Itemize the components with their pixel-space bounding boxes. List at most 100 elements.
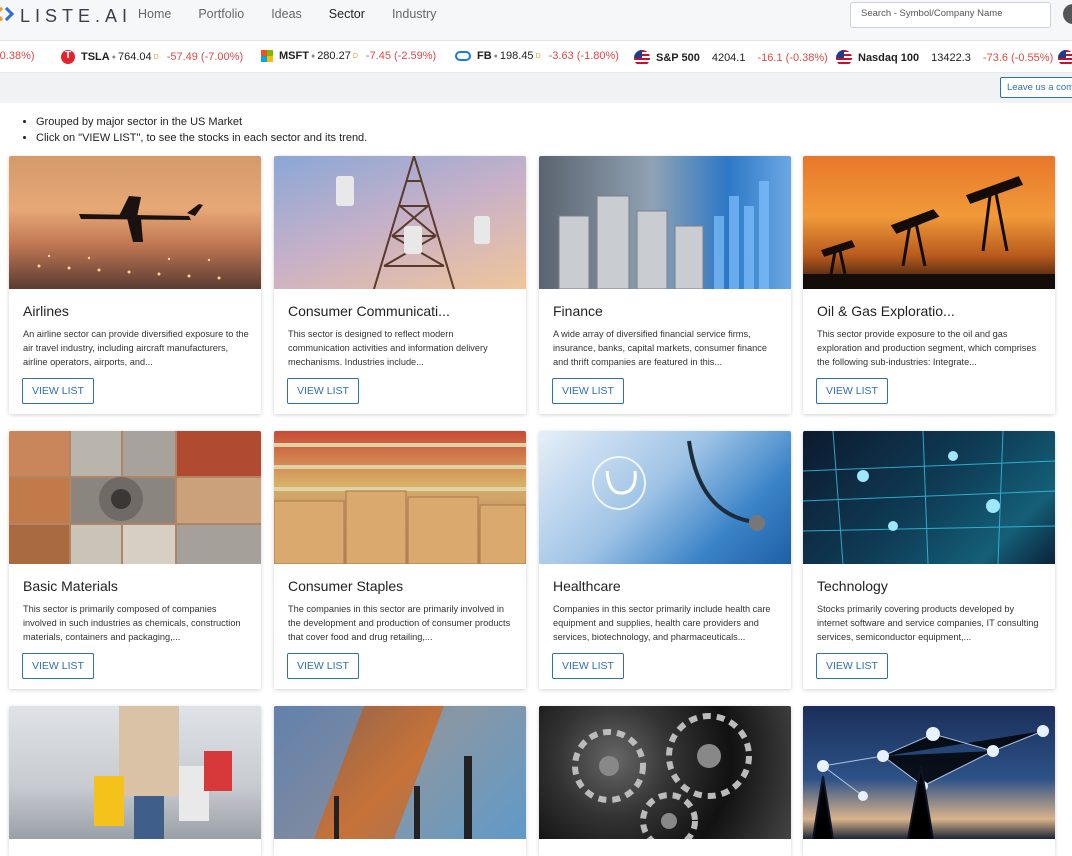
airplane-icon (37, 196, 221, 280)
brand-logo[interactable]: LISTE.AI (0, 6, 132, 26)
sector-card-utilities (803, 706, 1055, 856)
ticker-price: 198.45 (499, 50, 534, 62)
sector-card-airlines: Airlines An airline sector can provide d… (9, 156, 261, 414)
logo-icon (0, 6, 15, 25)
ticker-price: 280.27 (317, 50, 351, 62)
brand-name: LISTE.AI (20, 5, 133, 26)
airlines-image (9, 156, 261, 289)
oil-pumps-image (803, 156, 1055, 289)
energy-collage-image (274, 706, 526, 839)
nav-ideas[interactable]: Ideas (271, 7, 302, 21)
ticker-change: -73.6 (-0.55%) (982, 52, 1054, 64)
view-list-button[interactable]: VIEW LIST (816, 378, 888, 404)
ticker-item-nasdaq[interactable]: Nasdaq 100 13422.3 -73.6 (-0.55%) (836, 50, 1053, 66)
view-list-button[interactable]: VIEW LIST (22, 653, 94, 679)
oil-pump-icon (803, 176, 1055, 289)
ticker-item-sp500[interactable]: S&P 500 4204.1 -16.1 (-0.38%) (634, 50, 828, 66)
sector-card-energy (274, 706, 526, 856)
intro-bullet: Grouped by major sector in the US Market (36, 115, 367, 129)
view-list-button[interactable]: VIEW LIST (816, 653, 888, 679)
us-flag-icon (1058, 50, 1072, 66)
stethoscope-icon (592, 440, 765, 531)
sector-card-technology: Technology Stocks primarily covering pro… (803, 431, 1055, 689)
sector-card-retail (9, 706, 261, 856)
healthcare-image (539, 431, 791, 564)
nav-industry[interactable]: Industry (392, 7, 436, 21)
microsoft-icon (261, 50, 273, 62)
sector-description: An airline sector can provide diversifie… (23, 329, 249, 367)
sector-card-basic-materials: Basic Materials This sector is primarily… (9, 431, 261, 689)
stock-ticker: -0.38%) TSLA ● 764.04 D -57.49 (-7.00%) … (0, 41, 1072, 73)
gears-image (539, 706, 791, 839)
grocery-boxes-image (274, 431, 526, 564)
view-list-button[interactable]: VIEW LIST (287, 653, 359, 679)
tower-icon (336, 156, 490, 289)
avatar[interactable] (1063, 4, 1072, 24)
sector-description: This sector provide exposure to the oil … (817, 329, 1037, 367)
ticker-marker: D (352, 52, 358, 60)
ticker-dot-icon: ● (111, 53, 116, 61)
sector-description: Companies in this sector primarily inclu… (553, 604, 771, 642)
ticker-price: 4204.1 (711, 52, 746, 64)
us-flag-icon (836, 50, 852, 66)
sector-card-consumer-staples: Consumer Staples The companies in this s… (274, 431, 526, 689)
telecom-tower-image (274, 156, 526, 289)
search-input[interactable]: Search - Symbol/Company Name (850, 2, 1051, 28)
ticker-item-partial[interactable]: -0.38%) (0, 50, 35, 62)
view-list-button[interactable]: VIEW LIST (287, 378, 359, 404)
gear-icon (572, 713, 752, 839)
sector-title: Airlines (23, 303, 69, 319)
boxes-icon (274, 443, 526, 564)
ticker-item-next[interactable] (1058, 50, 1072, 66)
ticker-dot-icon: ● (310, 52, 316, 60)
ticker-item-fb[interactable]: FB ● 198.45 D -3.63 (-1.80%) (455, 50, 619, 62)
technology-image (803, 431, 1055, 564)
ticker-item-tsla[interactable]: TSLA ● 764.04 D -57.49 (-7.00%) (61, 50, 243, 64)
nav-home[interactable]: Home (138, 7, 171, 21)
materials-collage-image (9, 431, 261, 564)
intro-bullet: Click on "VIEW LIST", to see the stocks … (36, 131, 367, 145)
view-list-button[interactable]: VIEW LIST (22, 378, 94, 404)
shopping-bags-image (9, 706, 261, 839)
utilities-network-image (803, 706, 1055, 839)
nav-portfolio[interactable]: Portfolio (198, 7, 244, 21)
ticker-item-msft[interactable]: MSFT ● 280.27 D -7.45 (-2.59%) (261, 50, 436, 62)
ticker-symbol: FB (477, 50, 492, 62)
materials-grid-icon (9, 431, 261, 564)
circuit-icon (803, 431, 1055, 564)
ticker-price: 13422.3 (931, 52, 971, 64)
sector-description: This sector is designed to reflect moder… (288, 329, 488, 367)
feedback-bar: Leave us a comment (0, 73, 1072, 103)
sector-description: The companies in this sector are primari… (288, 604, 511, 642)
ticker-price: 764.04 (117, 51, 152, 63)
sector-description: This sector is primarily composed of com… (23, 604, 241, 642)
leave-comment-button[interactable]: Leave us a comment (1000, 77, 1072, 98)
ticker-change: -16.1 (-0.38%) (757, 52, 828, 64)
sector-title: Basic Materials (23, 578, 118, 594)
sector-title: Healthcare (553, 578, 621, 594)
sector-description: A wide array of diversified financial se… (553, 329, 767, 367)
sector-description: Stocks primarily covering products devel… (817, 604, 1039, 642)
shopping-bags-icon (94, 706, 232, 839)
ticker-symbol: MSFT (279, 50, 309, 62)
sector-card-healthcare: Healthcare Companies in this sector prim… (539, 431, 791, 689)
network-icon (812, 725, 1049, 839)
sector-card-industrials (539, 706, 791, 856)
main-nav: Home Portfolio Ideas Sector Industry (138, 7, 463, 21)
us-flag-icon (634, 50, 650, 66)
sector-card-consumer-communications: Consumer Communicati... This sector is d… (274, 156, 526, 414)
view-list-button[interactable]: VIEW LIST (552, 378, 624, 404)
ticker-change: -7.45 (-2.59%) (365, 50, 437, 62)
ticker-marker: D (153, 53, 159, 61)
nav-sector[interactable]: Sector (329, 7, 365, 21)
sector-title: Consumer Staples (288, 578, 404, 594)
sector-title: Consumer Communicati... (288, 303, 450, 319)
ticker-marker: D (535, 52, 541, 60)
ticker-change: -57.49 (-7.00%) (166, 51, 244, 63)
sector-title: Finance (553, 303, 603, 319)
ticker-symbol: S&P 500 (656, 52, 700, 64)
view-list-button[interactable]: VIEW LIST (552, 653, 624, 679)
sector-title: Oil & Gas Exploratio... (817, 303, 955, 319)
top-navbar: LISTE.AI Home Portfolio Ideas Sector Ind… (0, 0, 1072, 41)
sector-card-oil-gas: Oil & Gas Exploratio... This sector prov… (803, 156, 1055, 414)
